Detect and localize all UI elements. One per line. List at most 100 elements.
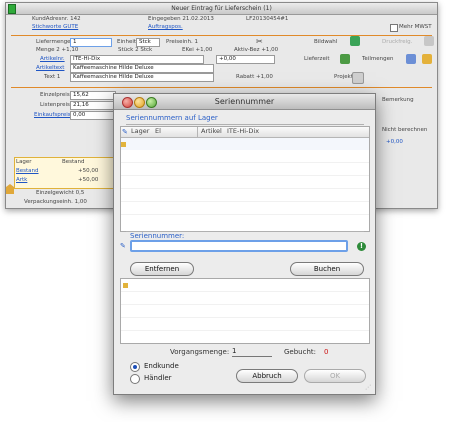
kundennummer-label: KundAdresnr. 142 — [32, 16, 81, 22]
background-window-title: Neuer Eintrag für Lieferschein (1) — [6, 3, 437, 15]
nicht-berechnen-label: Nicht berechnen — [382, 127, 428, 133]
lieferzeit-label: Lieferzeit — [304, 56, 330, 62]
remove-button[interactable]: Entfernen — [130, 262, 194, 276]
column-artikel[interactable]: Artikel — [201, 127, 222, 136]
artikel-field[interactable]: ITE-Hi-Dix — [70, 55, 204, 64]
bildwahl-label: Bildwahl — [314, 39, 338, 45]
serial-section-label: Seriennummer: — [130, 232, 185, 240]
projekt-icon[interactable] — [352, 72, 364, 84]
liefermenge-label: Liefermenge — [36, 39, 71, 45]
einheit-select[interactable]: Stck — [136, 38, 160, 47]
verpackung-label: Verpackungseinh. 1,00 — [24, 199, 87, 205]
column-separator — [197, 127, 198, 137]
column-artikel-value: ITE-Hi-Dix — [227, 127, 260, 135]
scissors-icon[interactable]: ✂ — [256, 37, 263, 46]
mehr-label: Mehr MWST — [399, 24, 432, 30]
text1-field[interactable]: Kaffeemaschine Hilde Deluxe — [70, 73, 214, 82]
table-row[interactable] — [121, 176, 369, 189]
lager-header: Lager — [16, 159, 32, 165]
divider — [126, 124, 364, 125]
image-icon[interactable] — [350, 36, 360, 46]
vorgangsmenge-field[interactable]: 1 — [232, 346, 272, 357]
artikel-link[interactable]: Artikelnr. — [40, 56, 65, 62]
row-marker-icon — [121, 142, 126, 147]
divider — [11, 87, 432, 88]
pencil-icon: ✎ — [120, 242, 126, 250]
liefermenge-field[interactable]: 1 — [70, 38, 112, 47]
bemerkung-label: Bemerkung — [382, 97, 414, 103]
cancel-button[interactable]: Abbruch — [236, 369, 298, 383]
lager-row-name[interactable]: Artk — [16, 177, 27, 183]
divider — [11, 35, 432, 36]
listenpreis-field[interactable]: 21,16 — [70, 101, 116, 110]
ekei-label: EKei +1,00 — [182, 47, 213, 53]
book-button[interactable]: Buchen — [290, 262, 364, 276]
list-item[interactable] — [121, 279, 369, 292]
mehr-checkbox[interactable] — [390, 24, 398, 32]
printer-icon[interactable] — [424, 36, 434, 46]
einheit-label: Einheit — [117, 39, 137, 45]
preiseinheit-label: Preiseinh. 1 — [166, 39, 199, 45]
calendar-icon[interactable] — [340, 54, 350, 64]
zoom-button[interactable] — [146, 97, 157, 108]
gebucht-value: 0 — [324, 348, 329, 356]
druck-label: Druckfreig. — [382, 39, 413, 45]
auftrag-link[interactable]: Auftragspos. — [148, 24, 183, 30]
warning-icon — [6, 184, 14, 194]
table-row[interactable] — [121, 202, 369, 215]
rechts-field[interactable]: +0,00 — [216, 55, 275, 64]
edit-icon[interactable] — [422, 54, 432, 64]
info-icon[interactable]: ! — [357, 242, 366, 251]
divider — [126, 231, 364, 232]
endkunde-label: Endkunde — [144, 362, 179, 370]
einkaufspreis-link[interactable]: Einkaufspreis — [34, 112, 71, 118]
nicht-berechnen-value: +0,00 — [386, 139, 403, 145]
serial-input[interactable] — [130, 240, 348, 252]
text1-label: Text 1 — [44, 74, 61, 80]
resize-grip-icon[interactable]: ⋰ — [365, 384, 371, 391]
beleg-number: LF20130454#1 — [246, 16, 289, 22]
table-row[interactable] — [121, 138, 369, 150]
teilmengen-label: Teilmengen — [362, 56, 394, 62]
vorgangsmenge-label: Vorgangsmenge: — [170, 348, 230, 356]
endkunde-radio[interactable] — [130, 362, 140, 372]
column-lager-suffix: El — [155, 127, 161, 135]
pencil-icon: ✎ — [122, 128, 128, 136]
list-item[interactable] — [121, 292, 369, 305]
column-lager[interactable]: Lager — [131, 127, 149, 136]
close-button[interactable] — [122, 97, 133, 108]
lager-row-name[interactable]: Bestand — [16, 168, 39, 174]
einzelgewicht-label: Einzelgewicht 0,5 — [36, 190, 85, 196]
haendler-radio[interactable] — [130, 374, 140, 384]
einzelpreis-label: Einzelpreis — [40, 92, 70, 98]
stueck-label: Stück 2 Stck — [118, 47, 153, 53]
bestand-header: Bestand — [62, 159, 85, 165]
stichwort-link[interactable]: Stichworte GUTE — [32, 24, 78, 30]
stack-icon[interactable] — [406, 54, 416, 64]
on-stock-section-label: Seriennummern auf Lager — [126, 114, 218, 122]
gebucht-label: Gebucht: — [284, 348, 316, 356]
table-row[interactable] — [121, 150, 369, 163]
ok-button[interactable]: OK — [304, 369, 366, 383]
table-row[interactable] — [121, 163, 369, 176]
einkaufspreis-field[interactable]: 0,00 — [70, 111, 116, 120]
einzelpreis-field[interactable]: 15,62 — [70, 91, 116, 100]
lager-row-value: +50,00 — [78, 168, 99, 174]
list-item[interactable] — [121, 305, 369, 318]
document-icon — [8, 4, 16, 14]
stock-serial-table[interactable]: ✎ Lager El Artikel ITE-Hi-Dix — [120, 126, 370, 232]
listenpreis-label: Listenpreis — [40, 102, 70, 108]
list-item[interactable] — [121, 318, 369, 331]
projekt-label: Projekt — [334, 74, 353, 80]
seriennummer-dialog: Seriennummer Seriennummern auf Lager ✎ L… — [113, 93, 376, 395]
table-row[interactable] — [121, 189, 369, 202]
menge-label: Menge 2 +1,10 — [36, 47, 79, 53]
bezeichnung-field[interactable]: Kaffeemaschine Hilde Deluxe — [70, 64, 214, 73]
rabatt-label: Rabatt +1,00 — [236, 74, 273, 80]
bezeichnung-link[interactable]: Artikeltext — [36, 65, 64, 71]
lager-row-value: +50,00 — [78, 177, 99, 183]
haendler-label: Händler — [144, 374, 172, 382]
aktiv-label: Aktiv-Bez +1,00 — [234, 47, 279, 53]
booked-serial-list[interactable] — [120, 278, 370, 344]
minimize-button[interactable] — [134, 97, 145, 108]
